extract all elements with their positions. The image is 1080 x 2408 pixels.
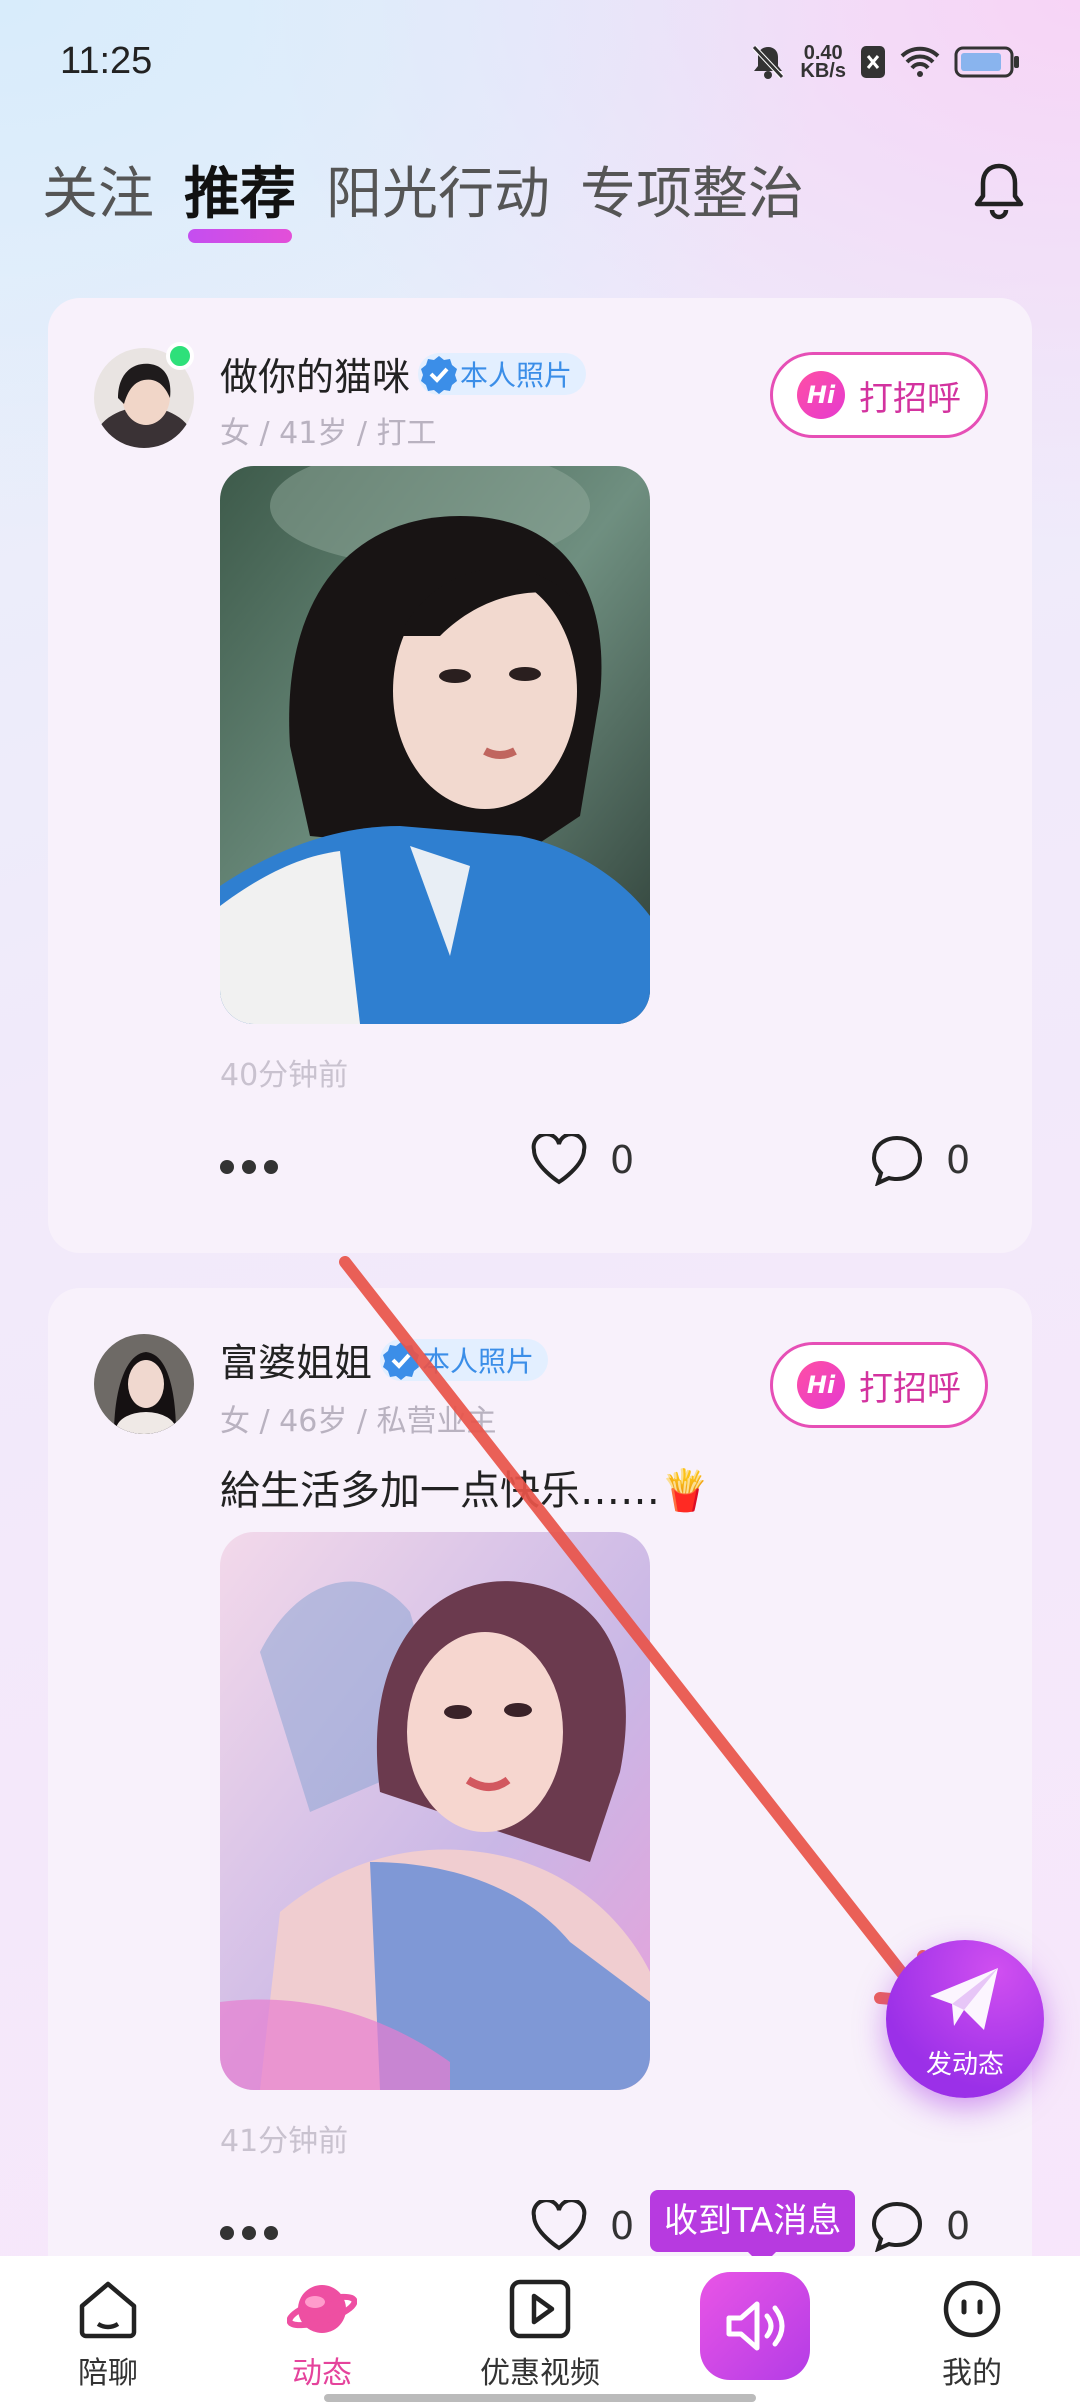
network-speed: 0.40 KB/s bbox=[800, 42, 846, 82]
home-icon bbox=[79, 2281, 137, 2339]
comment-button[interactable]: 0 bbox=[870, 1134, 970, 1186]
nav-item-video[interactable]: 优惠视频 bbox=[470, 2278, 610, 2392]
comment-button[interactable]: 0 bbox=[870, 2200, 970, 2252]
bell-icon[interactable] bbox=[970, 160, 1028, 222]
user-name[interactable]: 做你的猫咪 bbox=[220, 346, 410, 401]
planet-icon bbox=[287, 2285, 357, 2333]
mute-bell-icon bbox=[752, 45, 785, 79]
user-meta: 女 / 46岁 / 私营业主 bbox=[220, 1404, 497, 1439]
user-meta: 女 / 41岁 / 打工 bbox=[220, 416, 437, 451]
verified-icon bbox=[421, 355, 458, 394]
hi-icon: Hi bbox=[797, 371, 845, 419]
post-caption: 給生活多加一点快乐……🍟 bbox=[220, 1468, 710, 1514]
greet-button[interactable]: Hi 打招呼 bbox=[770, 352, 988, 438]
post-dynamic-button[interactable]: 发动态 bbox=[886, 1940, 1044, 2098]
sim-off-icon bbox=[861, 46, 885, 78]
avatar[interactable] bbox=[94, 1334, 194, 1434]
voice-match-button[interactable] bbox=[700, 2272, 810, 2380]
send-icon bbox=[930, 1968, 998, 2030]
comment-count: 0 bbox=[946, 2204, 971, 2248]
online-indicator bbox=[166, 342, 194, 370]
tab-recommend[interactable]: 推荐 bbox=[184, 155, 296, 243]
like-button[interactable]: 0 bbox=[530, 2200, 634, 2252]
nav-item-me[interactable]: 我的 bbox=[902, 2278, 1042, 2392]
comment-icon bbox=[871, 1135, 923, 1186]
verified-badge: 本人照片 bbox=[380, 1338, 549, 1381]
tab-sunshine[interactable]: 阳光行动 bbox=[326, 155, 550, 235]
post-photo[interactable] bbox=[220, 1532, 650, 2090]
speaker-icon bbox=[726, 2301, 785, 2351]
like-count: 0 bbox=[610, 1138, 635, 1182]
top-tabs: 关注 推荐 阳光行动 专项整治 bbox=[42, 155, 804, 243]
wifi-icon bbox=[900, 46, 940, 77]
post-photo[interactable] bbox=[220, 466, 650, 1024]
home-indicator bbox=[324, 2394, 756, 2402]
message-tooltip: 收到TA消息 bbox=[650, 2190, 856, 2266]
post-time: 41分钟前 bbox=[220, 2124, 349, 2159]
status-time: 11:25 bbox=[60, 40, 153, 82]
nav-item-feed[interactable]: 动态 bbox=[252, 2278, 392, 2392]
heart-icon bbox=[531, 1134, 587, 1185]
smile-icon bbox=[943, 2280, 1001, 2338]
post-card[interactable]: 做你的猫咪 本人照片 女 / 41岁 / 打工 Hi 打招呼 40分钟前 0 0 bbox=[48, 298, 1032, 1253]
verified-badge: 本人照片 bbox=[418, 352, 587, 395]
heart-icon bbox=[531, 2200, 587, 2251]
post-time: 40分钟前 bbox=[220, 1058, 349, 1093]
status-bar: 11:25 0.40 KB/s bbox=[0, 0, 1080, 120]
more-icon[interactable] bbox=[220, 1160, 278, 1174]
tab-special[interactable]: 专项整治 bbox=[580, 155, 804, 235]
greet-button[interactable]: Hi 打招呼 bbox=[770, 1342, 988, 1428]
active-tab-indicator bbox=[188, 229, 292, 243]
post-card[interactable]: 富婆姐姐 本人照片 女 / 46岁 / 私营业主 Hi 打招呼 給生活多加一点快乐… bbox=[48, 1288, 1032, 2308]
more-icon[interactable] bbox=[220, 2226, 278, 2240]
battery-icon bbox=[954, 46, 1019, 78]
tab-follow[interactable]: 关注 bbox=[42, 155, 154, 235]
post-actions: 0 0 bbox=[48, 1134, 1032, 1204]
user-name[interactable]: 富婆姐姐 bbox=[220, 1332, 372, 1387]
nav-item-chat[interactable]: 陪聊 bbox=[38, 2278, 178, 2392]
like-count: 0 bbox=[610, 2204, 635, 2248]
hi-icon: Hi bbox=[797, 1361, 845, 1409]
like-button[interactable]: 0 bbox=[530, 1134, 634, 1186]
verified-icon bbox=[383, 1341, 420, 1380]
play-icon bbox=[509, 2279, 571, 2339]
comment-count: 0 bbox=[946, 1138, 971, 1182]
comment-icon bbox=[871, 2201, 923, 2252]
